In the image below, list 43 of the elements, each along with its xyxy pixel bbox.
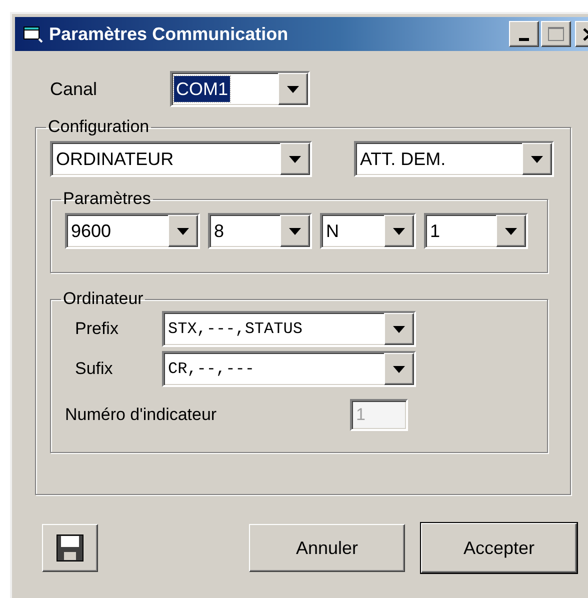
- maximize-icon: [548, 27, 564, 41]
- cancel-button[interactable]: Annuler: [249, 524, 405, 572]
- caret-icon: [393, 228, 405, 234]
- canal-label: Canal: [50, 78, 98, 100]
- caret-icon: [393, 366, 405, 372]
- dropdown-button[interactable]: [522, 143, 552, 175]
- sufix-label: Sufix: [74, 358, 114, 380]
- group-label: Ordinateur: [62, 289, 144, 309]
- dropdown-button[interactable]: [278, 73, 308, 105]
- indicator-label: Numéro d'indicateur: [65, 404, 218, 426]
- window-title: Paramètres Communication: [49, 22, 288, 46]
- group-label: Paramètres: [62, 189, 152, 209]
- dropdown-button[interactable]: [280, 215, 310, 247]
- caret-icon: [287, 86, 299, 92]
- save-button[interactable]: [42, 524, 98, 572]
- combo-box[interactable]: 8: [208, 213, 312, 249]
- caret-icon: [289, 228, 301, 234]
- caret-icon: [177, 228, 189, 234]
- prefix-label: Prefix: [74, 318, 120, 340]
- dropdown-button[interactable]: [496, 215, 526, 247]
- combo-box[interactable]: COM1: [170, 71, 310, 107]
- dropdown-button[interactable]: [384, 353, 414, 385]
- combo-box[interactable]: 1: [424, 213, 528, 249]
- dropdown-button[interactable]: [384, 313, 414, 345]
- combo-box[interactable]: N: [320, 213, 416, 249]
- combo-box[interactable]: CR,--,---: [162, 351, 416, 387]
- combo-box[interactable]: STX,---,STATUS: [162, 311, 416, 347]
- maximize-button[interactable]: [541, 21, 571, 47]
- window-icon: [23, 25, 43, 43]
- minimize-icon: [519, 38, 529, 41]
- dropdown-button[interactable]: [280, 143, 310, 175]
- combo-box[interactable]: ORDINATEUR: [50, 141, 312, 177]
- accept-button[interactable]: Accepter: [421, 523, 577, 573]
- caret-icon: [505, 228, 517, 234]
- caret-icon: [393, 326, 405, 332]
- dropdown-button[interactable]: [384, 215, 414, 247]
- group-label: Configuration: [47, 117, 150, 137]
- caret-icon: [289, 156, 301, 162]
- combo-box[interactable]: ATT. DEM.: [354, 141, 554, 177]
- dropdown-button[interactable]: [168, 215, 198, 247]
- caret-icon: [531, 156, 543, 162]
- minimize-button[interactable]: [509, 21, 539, 47]
- combo-box[interactable]: 9600: [65, 213, 200, 249]
